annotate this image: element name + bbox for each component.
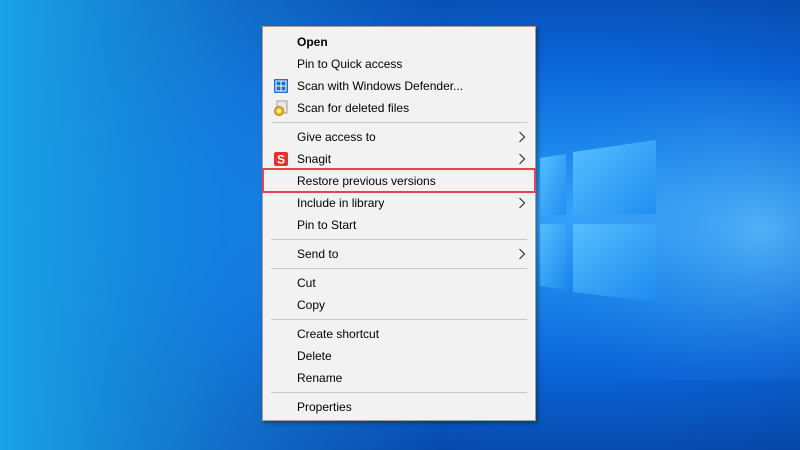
menu-item-label: Cut [297, 276, 316, 290]
menu-item-give-access-to[interactable]: Give access to [263, 126, 535, 148]
file-recovery-icon [273, 100, 289, 116]
snagit-icon: S [273, 151, 289, 167]
menu-item-scan-for-deleted-files[interactable]: Scan for deleted files [263, 97, 535, 119]
menu-item-send-to[interactable]: Send to [263, 243, 535, 265]
menu-item-delete[interactable]: Delete [263, 345, 535, 367]
menu-separator [271, 122, 527, 123]
context-menu: Open Pin to Quick access Scan with Windows… [262, 26, 536, 421]
menu-item-label: Include in library [297, 196, 385, 210]
menu-item-rename[interactable]: Rename [263, 367, 535, 389]
highlight-box [262, 168, 536, 193]
menu-separator [271, 268, 527, 269]
windows-defender-icon [273, 78, 289, 94]
menu-item-copy[interactable]: Copy [263, 294, 535, 316]
menu-item-label: Scan for deleted files [297, 101, 410, 115]
svg-text:S: S [277, 153, 285, 167]
chevron-right-icon [519, 153, 526, 165]
menu-item-label: Properties [297, 400, 352, 414]
menu-item-label: Pin to Quick access [297, 57, 403, 71]
menu-item-label: Send to [297, 247, 339, 261]
menu-item-label: Copy [297, 298, 326, 312]
menu-item-label: Pin to Start [297, 218, 357, 232]
menu-item-label: Snagit [297, 152, 332, 166]
menu-separator [271, 392, 527, 393]
menu-item-pin-to-start[interactable]: Pin to Start [263, 214, 535, 236]
chevron-right-icon [519, 131, 526, 143]
desktop-background: Open Pin to Quick access Scan with Windows… [0, 0, 800, 450]
menu-separator [271, 239, 527, 240]
menu-item-pin-to-quick-access[interactable]: Pin to Quick access [263, 53, 535, 75]
menu-item-properties[interactable]: Properties [263, 396, 535, 418]
menu-separator [271, 319, 527, 320]
menu-item-restore-previous-versions[interactable]: Restore previous versions [262, 168, 536, 193]
chevron-right-icon [519, 248, 526, 260]
menu-item-label: Create shortcut [297, 327, 380, 341]
menu-item-label: Delete [297, 349, 332, 363]
menu-item-create-shortcut[interactable]: Create shortcut [263, 323, 535, 345]
chevron-right-icon [519, 197, 526, 209]
menu-item-include-in-library[interactable]: Include in library [263, 192, 535, 214]
menu-item-label: Scan with Windows Defender... [297, 79, 464, 93]
menu-item-open[interactable]: Open [263, 31, 535, 53]
menu-item-snagit[interactable]: S Snagit [263, 148, 535, 170]
menu-item-cut[interactable]: Cut [263, 272, 535, 294]
menu-item-scan-with-windows-defender[interactable]: Scan with Windows Defender... [263, 75, 535, 97]
menu-item-label: Open [297, 35, 328, 49]
menu-item-label: Rename [297, 371, 343, 385]
menu-item-label: Give access to [297, 130, 376, 144]
